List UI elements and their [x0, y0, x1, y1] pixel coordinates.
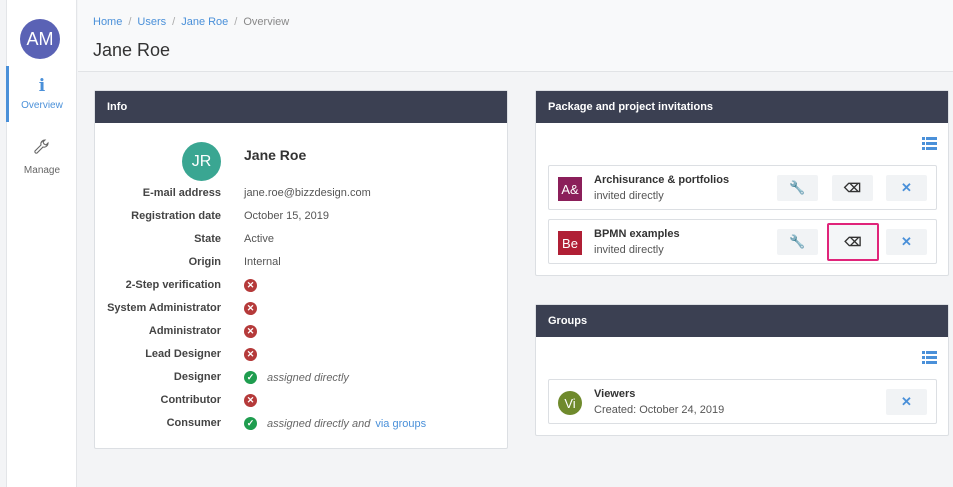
package-item: A& Archisurance & portfolios invited dir…: [548, 165, 937, 210]
package-title: BPMN examples: [594, 228, 680, 240]
close-icon: ✕: [901, 234, 912, 249]
sidebar: AM i Overview Manage: [6, 0, 77, 487]
eraser-button[interactable]: ⌫: [832, 175, 873, 201]
sidebar-item-label: Overview: [21, 100, 63, 111]
breadcrumb-users[interactable]: Users: [137, 16, 166, 28]
package-avatar: A&: [558, 177, 582, 201]
package-item: Be BPMN examples invited directly 🔧 ⌫ ✕: [548, 219, 937, 264]
group-subtitle: Created: October 24, 2019: [594, 404, 725, 416]
info-label: Origin: [188, 256, 221, 268]
sidebar-item-overview[interactable]: i Overview: [6, 66, 77, 122]
breadcrumb-current: Overview: [243, 16, 290, 28]
sidebar-item-manage[interactable]: Manage: [7, 138, 77, 184]
assignment-note: assigned directly and: [267, 417, 371, 430]
cross-icon: ✕: [244, 325, 257, 338]
info-label: Lead Designer: [145, 348, 221, 360]
remove-group-button[interactable]: ✕: [886, 389, 927, 415]
wrench-icon: [33, 138, 51, 161]
profile-name: Jane Roe: [244, 147, 307, 163]
registration-value: October 15, 2019: [244, 210, 330, 222]
package-title: Archisurance & portfolios: [594, 174, 730, 186]
wrench-button[interactable]: 🔧: [777, 175, 818, 201]
groups-card-header: Groups: [536, 305, 948, 337]
list-view-icon[interactable]: [922, 351, 937, 364]
info-row-contributor: Contributor ✕: [95, 394, 505, 417]
profile-avatar: JR: [182, 142, 221, 181]
eraser-icon: ⌫: [844, 235, 862, 249]
info-label: 2-Step verification: [125, 279, 221, 291]
page-title: Jane Roe: [93, 40, 171, 60]
info-card: Info JR Jane Roe E-mail address jane.roe…: [94, 90, 508, 449]
package-card-header: Package and project invitations: [536, 91, 948, 123]
cross-icon: ✕: [244, 394, 257, 407]
close-icon: ✕: [901, 394, 912, 409]
info-row-consumer: Consumer ✓ assigned directly and via group…: [95, 417, 505, 440]
breadcrumb: Home / Users / Jane Roe / Overview: [93, 16, 290, 28]
state-value: Active: [244, 233, 274, 245]
cross-icon: ✕: [244, 348, 257, 361]
info-row-designer: Designer ✓ assigned directly: [95, 371, 505, 394]
package-subtitle: invited directly: [594, 244, 664, 256]
info-label: Registration date: [131, 210, 221, 222]
page-header: Home / Users / Jane Roe / Overview Jane Roe: [78, 0, 953, 72]
info-row-origin: Origin Internal: [95, 256, 505, 279]
info-icon: i: [38, 76, 46, 96]
user-avatar[interactable]: AM: [20, 19, 60, 59]
info-row-admin: Administrator ✕: [95, 325, 505, 348]
info-label: Administrator: [148, 325, 221, 337]
info-row-registration: Registration date October 15, 2019: [95, 210, 505, 233]
package-subtitle: invited directly: [594, 190, 664, 202]
email-value: jane.roe@bizzdesign.com: [244, 187, 371, 199]
eraser-button-highlighted[interactable]: ⌫: [827, 223, 879, 261]
info-row-email: E-mail address jane.roe@bizzdesign.com: [95, 187, 505, 210]
info-label: Contributor: [160, 394, 221, 406]
sidebar-item-label: Manage: [23, 165, 61, 176]
group-title: Viewers: [594, 388, 636, 400]
close-icon: ✕: [901, 180, 912, 195]
breadcrumb-user[interactable]: Jane Roe: [181, 16, 228, 28]
wrench-icon: 🔧: [789, 234, 806, 249]
eraser-icon: ⌫: [844, 181, 861, 195]
info-row-lead-designer: Lead Designer ✕: [95, 348, 505, 371]
wrench-button[interactable]: 🔧: [777, 229, 818, 255]
remove-button[interactable]: ✕: [886, 229, 927, 255]
check-icon: ✓: [244, 417, 257, 430]
info-label: E-mail address: [142, 187, 221, 199]
group-avatar: Vi: [558, 391, 582, 415]
group-item: Vi Viewers Created: October 24, 2019 ✕: [548, 379, 937, 424]
origin-value: Internal: [244, 256, 281, 268]
package-avatar: Be: [558, 231, 582, 255]
info-label: State: [194, 233, 221, 245]
cross-icon: ✕: [244, 279, 257, 292]
wrench-icon: 🔧: [789, 180, 806, 195]
check-icon: ✓: [244, 371, 257, 384]
info-card-header: Info: [95, 91, 507, 123]
info-label: Designer: [173, 371, 221, 383]
package-invitations-card: Package and project invitations A& Archi…: [535, 90, 949, 276]
info-row-state: State Active: [95, 233, 505, 256]
info-row-sysadmin: System Administrator ✕: [95, 302, 505, 325]
breadcrumb-home[interactable]: Home: [93, 16, 122, 28]
info-label: System Administrator: [107, 302, 221, 314]
list-view-icon[interactable]: [922, 137, 937, 150]
info-row-2step: 2-Step verification ✕: [95, 279, 505, 302]
assignment-note: assigned directly: [267, 371, 349, 384]
cross-icon: ✕: [244, 302, 257, 315]
remove-button[interactable]: ✕: [886, 175, 927, 201]
groups-card: Groups Vi Viewers Created: October 24, 2…: [535, 304, 949, 436]
via-groups-link[interactable]: via groups: [375, 418, 426, 430]
info-label: Consumer: [166, 417, 221, 429]
